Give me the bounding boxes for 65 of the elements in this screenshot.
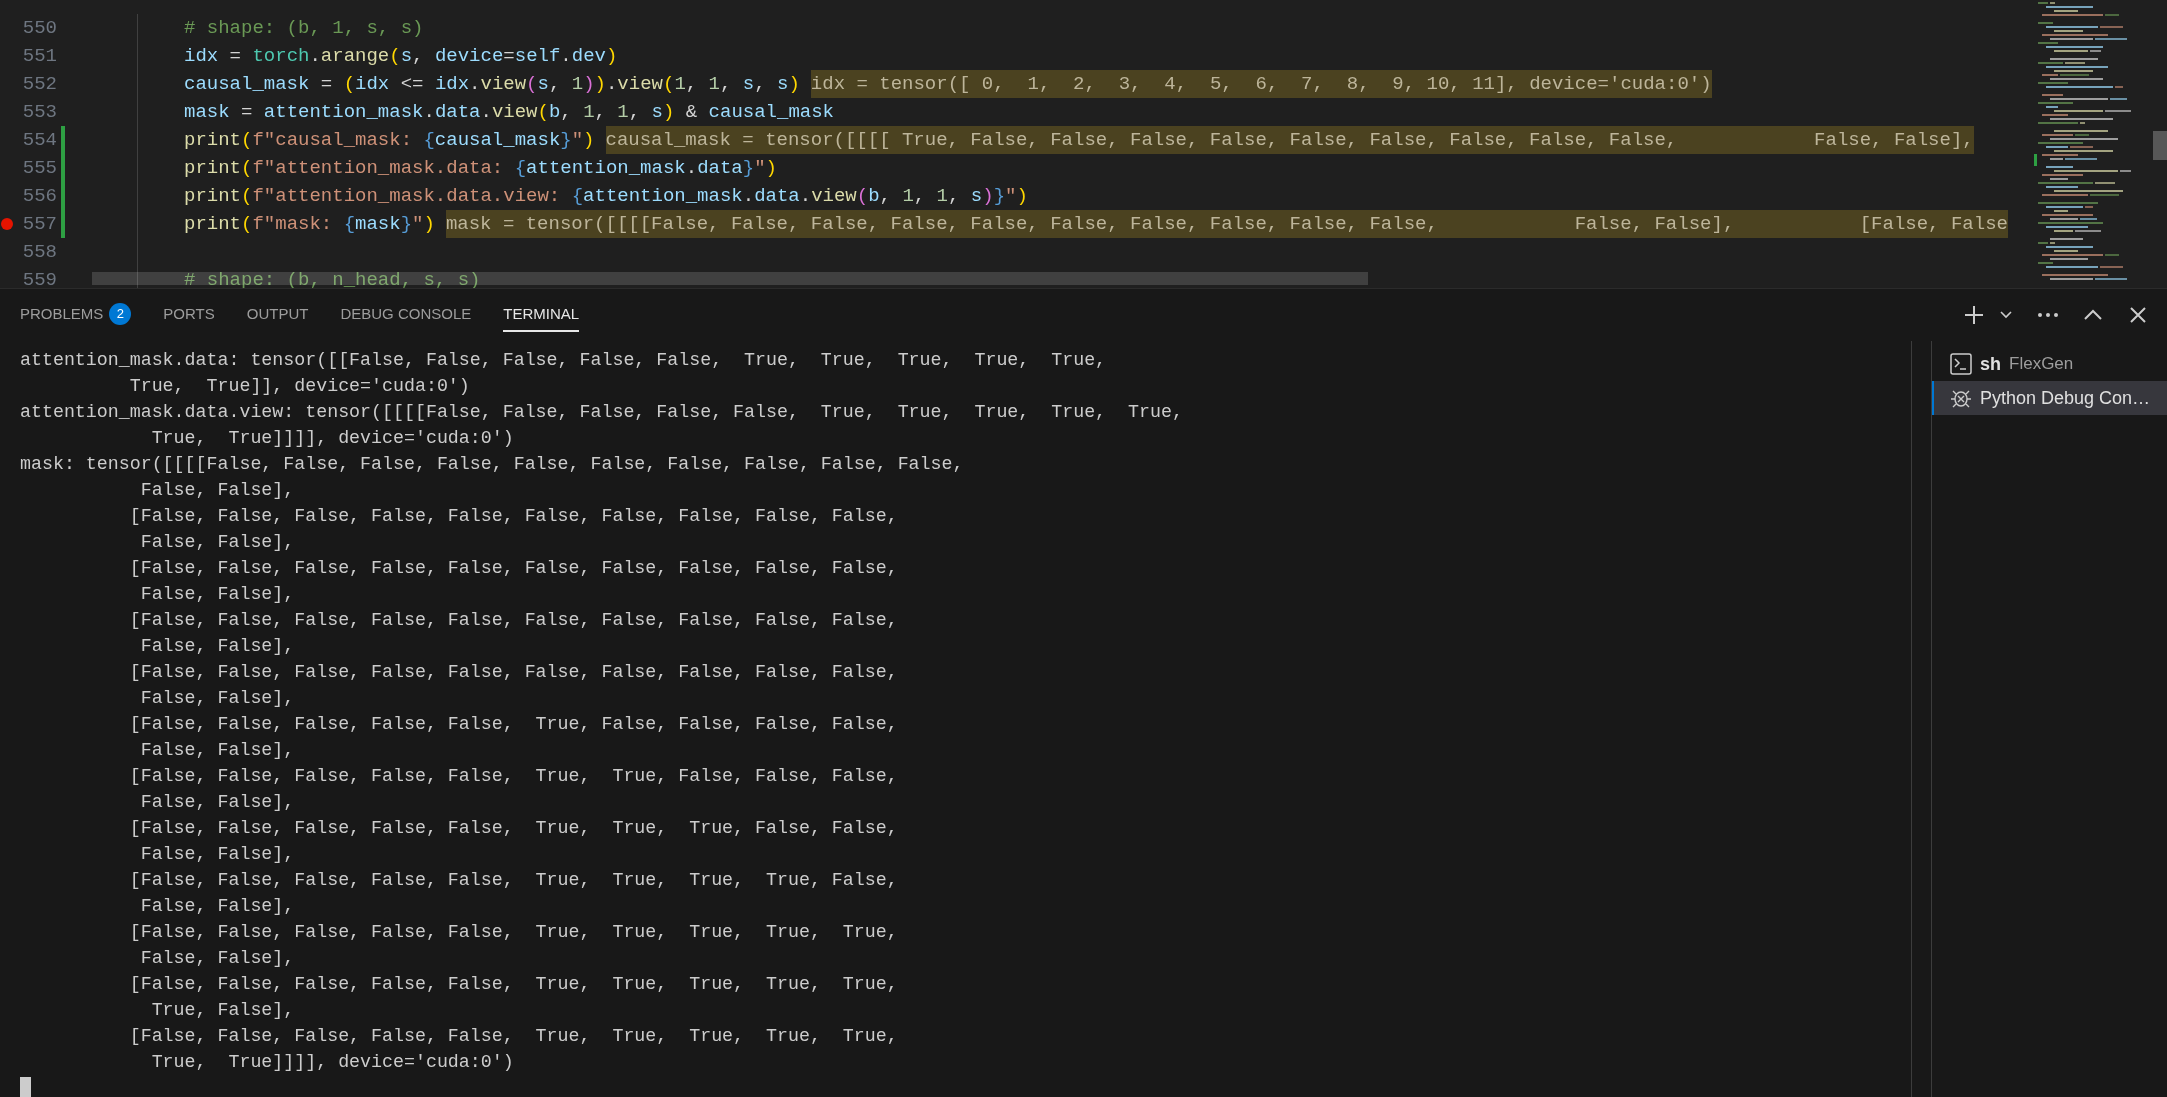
line-number: 555 [21, 155, 57, 181]
line-number: 550 [21, 15, 57, 41]
code-line: print(f"attention_mask.data.view: {attention_mask.data.view(b, 1, 1, s)}") [184, 183, 1028, 209]
code-line: print(f"attention_mask.data: {attention_mask.data}") [184, 155, 777, 181]
panel-tab[interactable]: PORTS [163, 298, 215, 332]
terminal-output-line: attention_mask.data.view: tensor([[[[False, False, False, False, False, True, True, True, True, True, [20, 401, 1184, 424]
terminal-output-line: False, False], [139, 739, 296, 762]
terminal-output-line: [False, False, False, False, False, True, True, True, False, False, [128, 817, 899, 840]
line-number: 553 [21, 99, 57, 125]
terminal-icon [1950, 353, 1972, 375]
terminal-output-line: [False, False, False, False, False, True, True, True, True, True, [128, 973, 899, 996]
terminal-output-line: False, False], [139, 895, 296, 918]
terminal-output-line: False, False], [139, 531, 296, 554]
count-badge: 2 [109, 303, 132, 325]
terminal-output-line: True, True]]]], device='cuda:0') [150, 1051, 515, 1074]
terminal-output-line: [False, False, False, False, False, False, False, False, False, False, [128, 609, 899, 632]
chevron-down-icon[interactable] [1999, 310, 2013, 320]
line-number: 552 [21, 71, 57, 97]
code-comment: # shape: (b, 1, s, s) [184, 15, 424, 41]
line-number: 559 [21, 267, 57, 288]
line-number: 554 [21, 127, 57, 153]
code-comment: # shape: (b, n_head, s, s) [184, 267, 481, 288]
terminal-cursor [20, 1077, 31, 1097]
inline-value: causal_mask = tensor([[[[ True, False, False, False, False, False, False, False, False, False, False, False], [605, 125, 1974, 155]
terminal-output-line: [False, False, False, False, False, True, True, True, True, False, [128, 869, 899, 892]
terminal-output-line: True, True]], device='cuda:0') [128, 375, 471, 398]
panel-tab[interactable]: PROBLEMS 2 [20, 298, 132, 332]
line-number: 557 [21, 211, 57, 237]
code-line: causal_mask = (idx <= idx.view(s, 1)).view(1, 1, s, s) [184, 71, 800, 97]
code-line: print(f"causal_mask: {causal_mask}") [184, 127, 595, 153]
close-icon[interactable] [2129, 306, 2147, 324]
terminal-output-line: False, False], [139, 635, 296, 658]
inline-value: mask = tensor([[[[False, False, False, False, False, False, False, False, False, False, False, False], [False, False [445, 209, 2008, 239]
terminal-output-line: False, False], [139, 947, 296, 970]
panel-tab[interactable]: TERMINAL [503, 298, 580, 332]
terminal-output-line: False, False], [139, 791, 296, 814]
terminal-output-line: False, False], [139, 479, 296, 502]
terminal-output-line: True, True]]]], device='cuda:0') [150, 427, 515, 450]
terminal-output-line: False, False], [139, 583, 296, 606]
terminal-list-item[interactable]: Python Debug Con… [1932, 381, 2167, 415]
more-icon[interactable] [2037, 312, 2059, 318]
inline-value: idx = tensor([ 0, 1, 2, 3, 4, 5, 6, 7, 8, 9, 10, 11], device='cuda:0') [810, 69, 1712, 99]
terminal-output-line: [False, False, False, False, False, True, True, True, True, True, [128, 921, 899, 944]
code-line: mask = attention_mask.data.view(b, 1, 1, s) & causal_mask [184, 99, 834, 125]
chevron-up-icon[interactable] [2083, 309, 2103, 321]
terminal-output-line: [False, False, False, False, False, False, False, False, False, False, [128, 505, 899, 528]
code-line: print(f"mask: {mask}") [184, 211, 435, 237]
code-line: idx = torch.arange(s, device=self.dev) [184, 43, 618, 69]
terminal-output-line: [False, False, False, False, False, False, False, False, False, False, [128, 661, 899, 684]
line-number: 558 [21, 239, 57, 265]
panel-tab[interactable]: OUTPUT [246, 298, 309, 332]
terminal-output-line: [False, False, False, False, False, True, True, True, True, True, [128, 1025, 899, 1048]
line-number: 551 [21, 43, 57, 69]
line-number: 556 [21, 183, 57, 209]
terminal-output-line: mask: tensor([[[[False, False, False, False, False, False, False, False, False, False, [20, 453, 965, 476]
terminal-output-line: [False, False, False, False, False, False, False, False, False, False, [128, 557, 899, 580]
terminal-output-line: attention_mask.data: tensor([[False, False, False, False, False, True, True, True, True, True, [20, 349, 1108, 372]
terminal-output-line: True, False], [150, 999, 296, 1022]
terminal-output-line: [False, False, False, False, False, True, False, False, False, False, [128, 713, 899, 736]
plus-icon[interactable] [1963, 304, 1985, 326]
terminal-list-item[interactable]: sh FlexGen [1932, 347, 2167, 381]
terminal-output-line: False, False], [139, 843, 296, 866]
panel-tab[interactable]: DEBUG CONSOLE [340, 298, 472, 332]
terminal-output-line: False, False], [139, 687, 296, 710]
terminal-output-line: [False, False, False, False, False, True, True, False, False, False, [128, 765, 899, 788]
